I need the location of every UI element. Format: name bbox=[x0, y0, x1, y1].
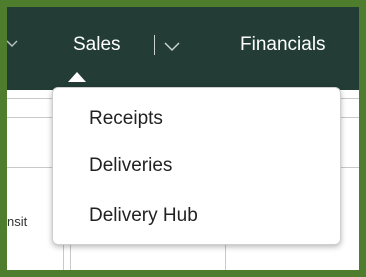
table-header-cell: nsit bbox=[7, 214, 28, 229]
menu-item-delivery-hub[interactable]: Delivery Hub bbox=[89, 205, 198, 227]
dropdown-pointer bbox=[68, 72, 86, 82]
menu-item-receipts[interactable]: Receipts bbox=[89, 108, 163, 130]
chevron-down-icon[interactable] bbox=[163, 37, 181, 55]
top-navigation-bar: Sales Financials bbox=[7, 7, 359, 90]
nav-item-financials[interactable]: Financials bbox=[240, 34, 326, 56]
nav-item-sales[interactable]: Sales bbox=[73, 34, 121, 56]
screenshot-frame: Sales Financials nsit Receipts Deliverie… bbox=[7, 7, 359, 270]
menu-item-deliveries[interactable]: Deliveries bbox=[89, 155, 172, 177]
sales-dropdown-menu: Receipts Deliveries Delivery Hub bbox=[52, 87, 341, 245]
chevron-down-icon[interactable] bbox=[7, 34, 21, 54]
nav-separator bbox=[154, 35, 155, 55]
